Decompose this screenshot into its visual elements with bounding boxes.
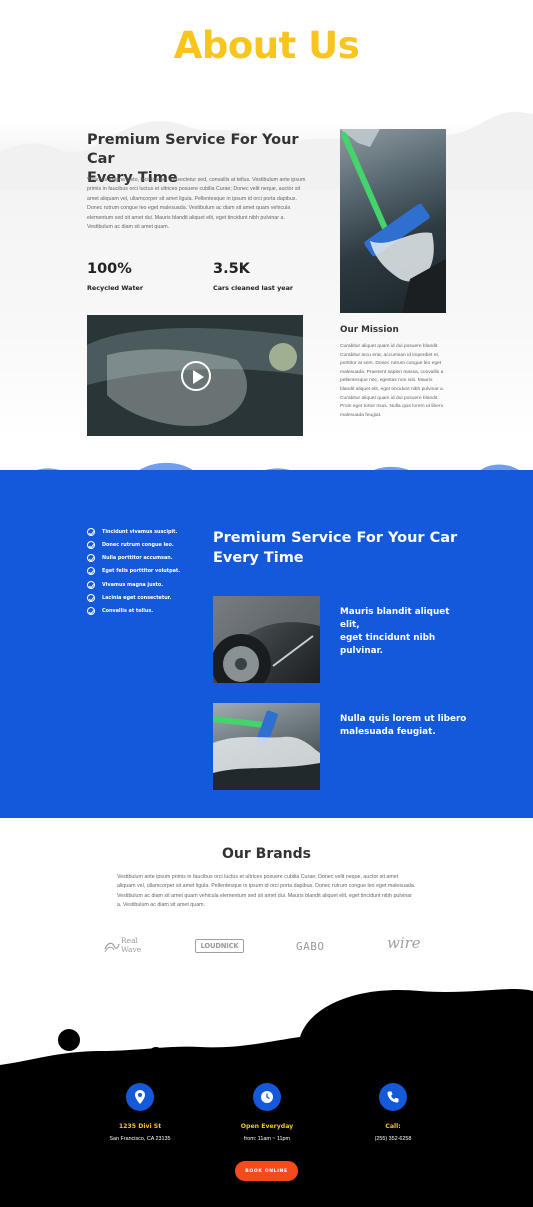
about-section: About Us Premium Service For Your Car Ev…	[0, 0, 533, 470]
clock-icon-circle	[253, 1083, 281, 1111]
feature-item-2-line1: Nulla quis lorem ut libero	[340, 714, 467, 724]
footer-call-title: Call:	[385, 1123, 401, 1130]
intro-paragraph: Vivamus magna justo, lacinia eget consec…	[87, 177, 306, 231]
checklist-item-text: Donec rutrum congue leo.	[102, 542, 174, 548]
checklist-item: Vivamus magna justo.	[87, 580, 163, 590]
wheel-photo	[213, 596, 320, 683]
checklist-item-text: Lacinia eget consectetur.	[102, 595, 172, 601]
feature-item-1-line3: pulvinar.	[340, 646, 383, 656]
checklist-item: Convallis at tellus.	[87, 606, 153, 616]
feature-item-1-text: Mauris blandit aliquet elit, eget tincid…	[340, 606, 470, 658]
checklist-item: Tincidunt vivamus suscipit.	[87, 527, 177, 537]
checklist-item-text: Eget felis porttitor volutpat.	[102, 568, 181, 574]
brand-logo-gabo[interactable]: GABO	[296, 938, 332, 954]
stat-value-recycled: 100%	[87, 261, 132, 277]
check-circle-icon	[87, 541, 95, 549]
footer-call-sub[interactable]: (255) 352-6258	[323, 1136, 463, 1142]
features-heading: Premium Service For Your Car Every Time	[213, 529, 463, 568]
stat-label-cars: Cars cleaned last year	[213, 284, 294, 292]
footer-address-sub: San Francisco, CA 23135	[109, 1136, 171, 1142]
book-online-button[interactable]: BOOK ONLINE	[235, 1161, 298, 1181]
location-icon-circle	[126, 1083, 154, 1111]
checklist-item: Nulla porttitor accumsan.	[87, 553, 173, 563]
location-pin-icon	[135, 1090, 145, 1104]
check-circle-icon	[87, 594, 95, 602]
footer-hours-sub: from: 11am ~ 11pm	[243, 1136, 291, 1142]
foam-photo	[213, 703, 320, 790]
feature-item-2-line2: malesuada feugiat.	[340, 727, 436, 737]
wire-logotype: wire	[387, 934, 421, 952]
brand-logo-realwave[interactable]: Real Wave	[104, 935, 148, 957]
features-heading-line1: Premium Service For Your Car	[213, 530, 458, 546]
squeegee-illustration	[340, 129, 446, 313]
checklist-item-text: Tincidunt vivamus suscipit.	[102, 529, 178, 535]
brands-paragraph: Vestibulum ante ipsum primis in faucibus…	[117, 874, 416, 909]
realwave-line2: Wave	[121, 945, 142, 954]
phone-icon	[387, 1091, 399, 1103]
phone-icon-circle	[379, 1083, 407, 1111]
play-button[interactable]	[181, 361, 211, 391]
gabo-logotype: GABO	[296, 939, 325, 953]
mission-title: Our Mission	[340, 325, 399, 335]
wave-logo-icon	[104, 942, 120, 953]
checklist-item: Donec rutrum congue leo.	[87, 540, 174, 550]
realwave-logotype: Real Wave	[121, 936, 141, 954]
check-circle-icon	[87, 567, 95, 575]
feature-item-1-line2: eget tincidunt nibh	[340, 633, 436, 643]
loudnick-logotype: LOUDNICK	[200, 942, 239, 950]
checklist-item: Eget felis porttitor volutpat.	[87, 566, 180, 576]
stat-label-recycled: Recycled Water	[87, 284, 143, 292]
brand-logo-wire[interactable]: wire	[387, 933, 433, 953]
brand-logo-loudnick[interactable]: LOUDNICK	[195, 939, 244, 953]
intro-heading-line1: Premium Service For Your Car	[87, 132, 299, 167]
realwave-line1: Real	[121, 936, 138, 945]
feature-item-1-line1: Mauris blandit aliquet elit,	[340, 607, 450, 630]
checklist-item-text: Vivamus magna justo.	[102, 582, 164, 588]
check-circle-icon	[87, 528, 95, 536]
brands-title: Our Brands	[222, 846, 311, 862]
check-circle-icon	[87, 554, 95, 562]
clock-icon	[261, 1091, 273, 1103]
checklist-item-text: Nulla porttitor accumsan.	[102, 555, 173, 561]
page-title: About Us	[173, 24, 360, 67]
video-thumbnail[interactable]	[87, 315, 303, 436]
stat-value-cars: 3.5K	[213, 261, 250, 277]
mission-paragraph: Curabitur aliquet quam id dui posuere bl…	[340, 344, 445, 418]
check-circle-icon	[87, 581, 95, 589]
wheel-illustration	[213, 596, 320, 683]
check-circle-icon	[87, 607, 95, 615]
footer-hours-title: Open Everyday	[240, 1123, 294, 1130]
feature-item-2-text: Nulla quis lorem ut libero malesuada feu…	[340, 713, 470, 739]
footer-address-title: 1235 Divi St	[118, 1123, 162, 1130]
checklist-item-text: Convallis at tellus.	[102, 608, 154, 614]
checklist-item: Lacinia eget consectetur.	[87, 593, 171, 603]
play-icon	[193, 370, 204, 384]
squeegee-photo	[340, 129, 446, 313]
features-heading-line2: Every Time	[213, 549, 304, 566]
foam-illustration	[213, 710, 320, 790]
